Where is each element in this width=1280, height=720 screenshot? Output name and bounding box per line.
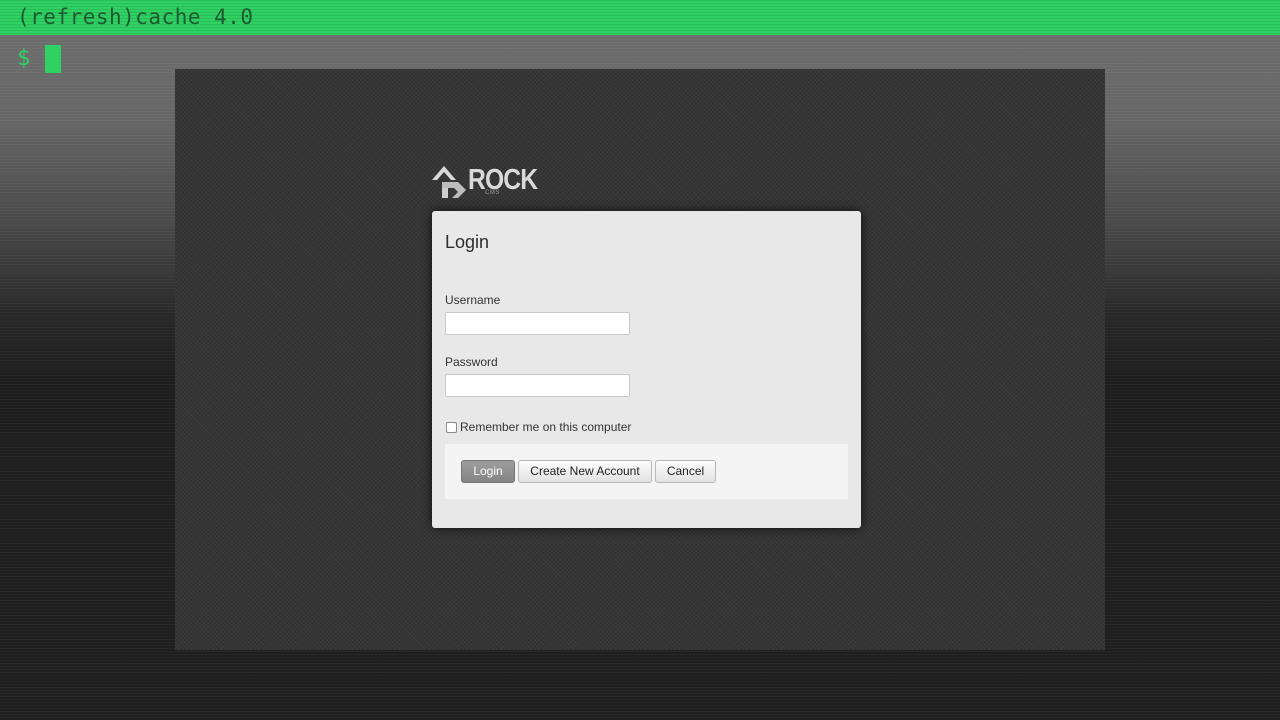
terminal-prompt: $ [17,46,31,71]
cancel-button[interactable]: Cancel [655,460,716,483]
rock-arrow-icon [432,166,466,198]
password-label: Password [445,355,498,369]
terminal-cursor [45,45,61,73]
remember-me-checkbox[interactable] [446,422,457,433]
login-actions: Login Create New Account Cancel [445,444,848,499]
remember-me-label[interactable]: Remember me on this computer [460,421,631,434]
logo-wordmark: ROCK [468,164,538,196]
terminal-title-bar: (refresh)cache 4.0 [0,0,1280,35]
terminal-title: (refresh)cache 4.0 [17,5,254,29]
logo-subtext: CMS [485,190,500,196]
login-title: Login [445,232,490,252]
login-panel: Login Username Password Remember me on t… [432,211,861,528]
rock-logo: ROCK CMS [432,162,538,202]
login-button[interactable]: Login [461,460,515,483]
embedded-screenshot: ROCK CMS Login Username Password Remembe… [175,69,1105,650]
username-input[interactable] [445,312,630,335]
password-input[interactable] [445,374,630,397]
username-label: Username [445,293,501,307]
create-account-button[interactable]: Create New Account [518,460,652,483]
